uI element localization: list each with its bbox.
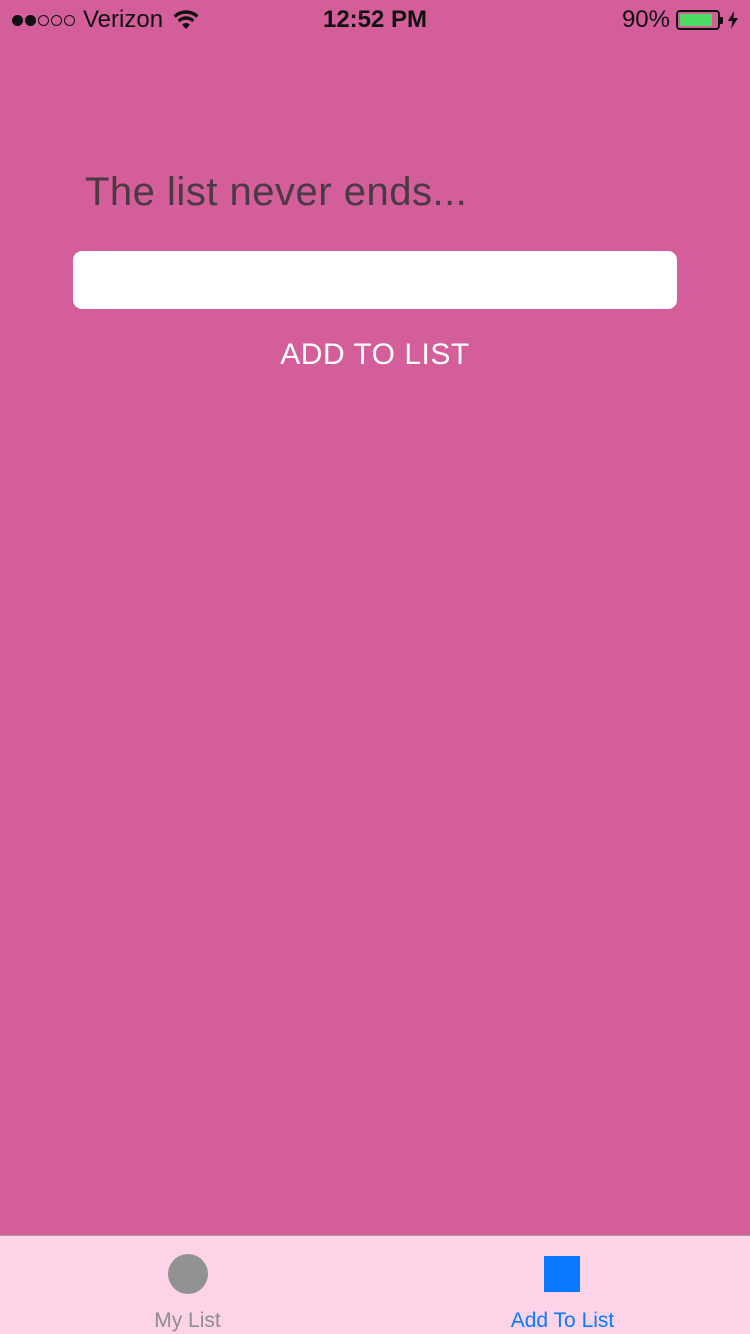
tab-add-to-list[interactable]: Add To List (375, 1236, 750, 1334)
page-heading: The list never ends... (85, 170, 468, 214)
circle-icon (168, 1254, 208, 1294)
status-bar: Verizon 12:52 PM 90% (0, 0, 750, 40)
status-right: 90% (622, 6, 740, 34)
battery-tip (720, 17, 723, 24)
list-item-input[interactable] (73, 251, 677, 309)
add-to-list-button[interactable]: ADD TO LIST (0, 338, 750, 372)
tab-my-list[interactable]: My List (0, 1236, 375, 1334)
tab-bar: My List Add To List (0, 1235, 750, 1334)
square-icon (544, 1256, 580, 1292)
tab-label: Add To List (510, 1309, 615, 1332)
tab-label: My List (154, 1309, 221, 1332)
charging-bolt-icon (728, 11, 738, 29)
battery-percent: 90% (621, 6, 670, 33)
battery-fill (680, 14, 713, 26)
battery-icon (676, 10, 723, 30)
